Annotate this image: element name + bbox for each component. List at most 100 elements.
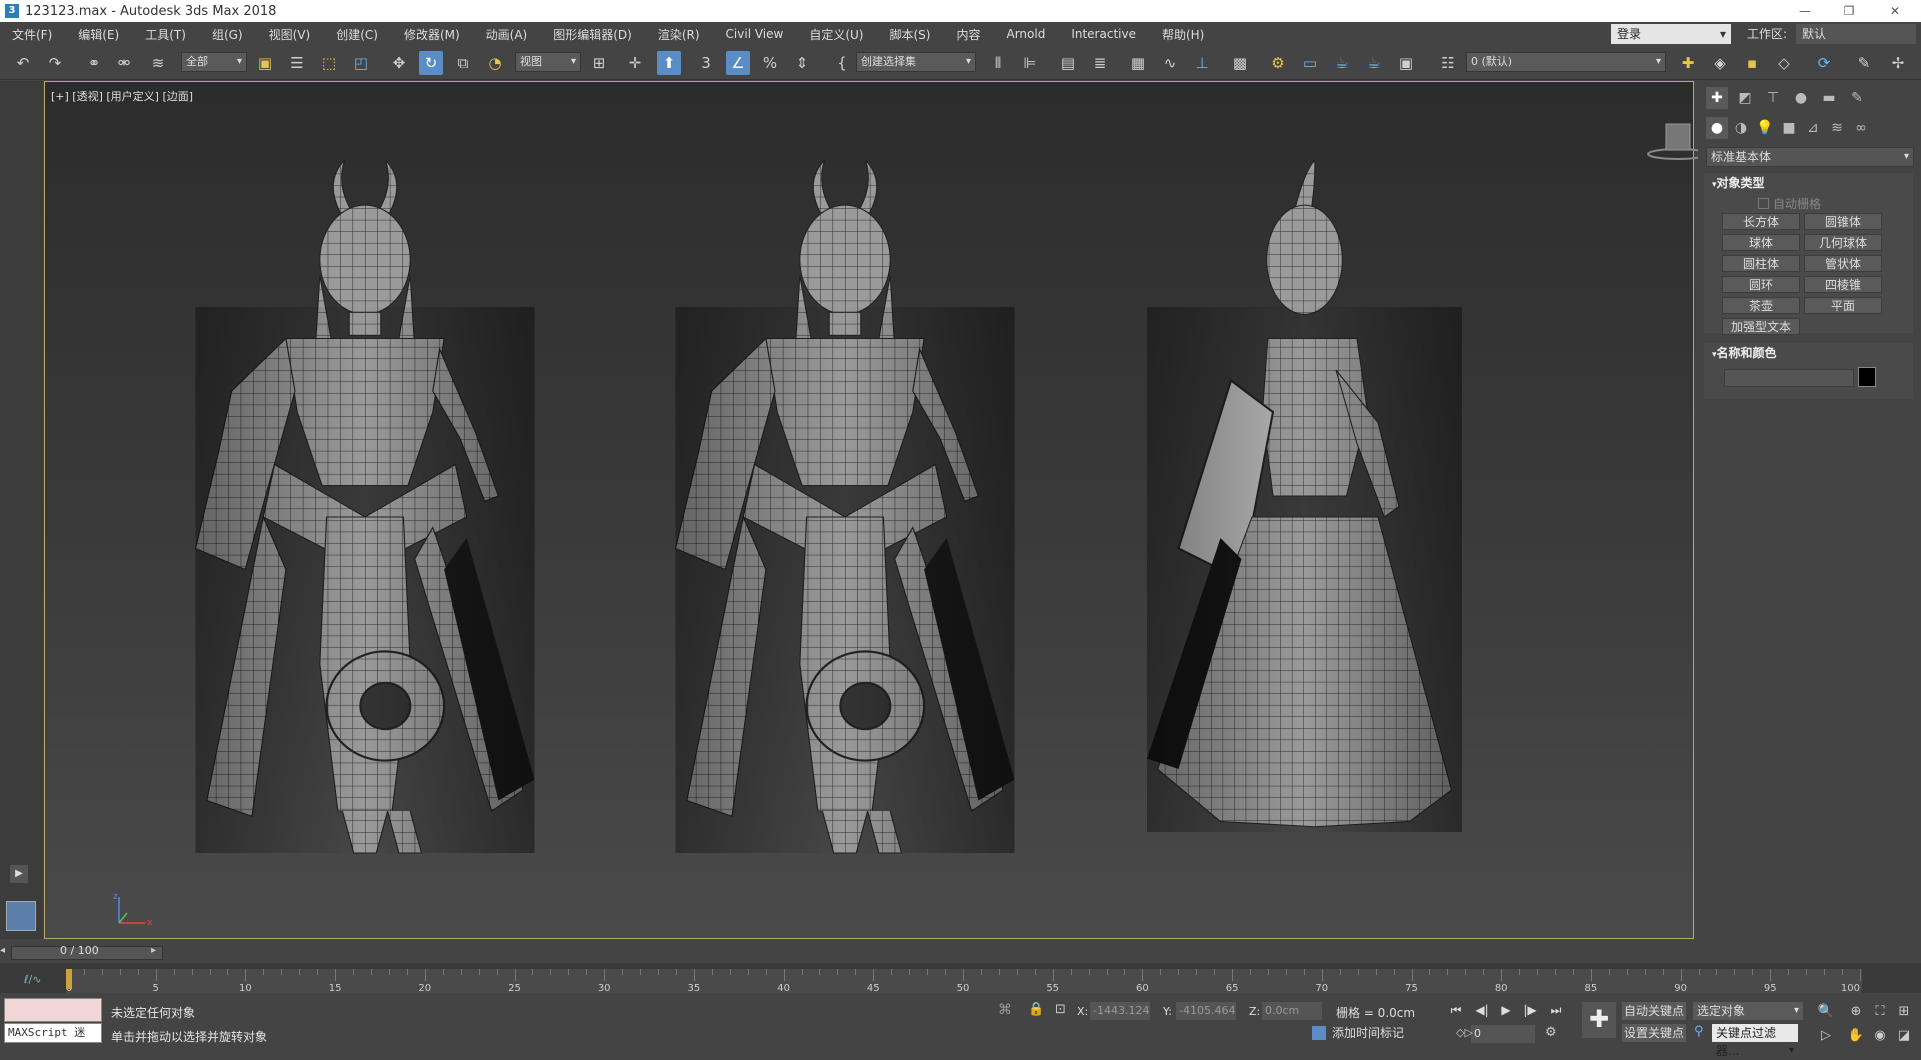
motion-tab-icon[interactable]: ●	[1790, 87, 1812, 109]
teapot-button[interactable]: 茶壶	[1722, 297, 1800, 314]
set-keys-icon[interactable]: ✚	[1582, 1002, 1616, 1038]
menu-help[interactable]: 帮助(H)	[1149, 26, 1217, 43]
sphere-button[interactable]: 球体	[1722, 234, 1800, 251]
angle-snap-icon[interactable]: ∠	[726, 51, 750, 75]
field-of-view-icon[interactable]: ▷	[1816, 1026, 1836, 1046]
box-button[interactable]: 长方体	[1722, 213, 1800, 230]
window-crossing-icon[interactable]: ◰	[349, 51, 373, 75]
snaps-toggle-icon[interactable]: 3	[694, 51, 718, 75]
auto-key-button[interactable]: 自动关键点	[1622, 1002, 1686, 1020]
align-icon[interactable]: ⊫	[1018, 51, 1042, 75]
menu-scripting[interactable]: 脚本(S)	[876, 26, 943, 43]
modify-tab-icon[interactable]: ◩	[1734, 87, 1756, 109]
absolute-mode-icon[interactable]: ⊡	[1055, 1002, 1066, 1017]
pan-view-icon[interactable]: ✋	[1846, 1026, 1866, 1046]
layer-dropdown[interactable]: 0 (默认)	[1466, 52, 1666, 72]
layer-stack-icon[interactable]: ◈	[1708, 51, 1732, 75]
isolate-selection-icon[interactable]: ⌘	[998, 1002, 1012, 1018]
tube-button[interactable]: 管状体	[1804, 255, 1882, 272]
viewport-layout-icon[interactable]	[6, 901, 36, 931]
torus-button[interactable]: 圆环	[1722, 276, 1800, 293]
create-tab-icon[interactable]: ✚	[1706, 87, 1728, 109]
spacewarps-icon[interactable]: ≋	[1826, 117, 1848, 139]
toggle-ribbon-icon[interactable]: ▦	[1126, 51, 1150, 75]
lock-selection-icon[interactable]: 🔒	[1028, 1002, 1044, 1017]
timeline-cursor[interactable]	[66, 969, 72, 989]
key-filter-icon[interactable]: ⚲	[1694, 1024, 1704, 1039]
curve-editor-mini-icon[interactable]: ℓ/∿	[24, 973, 41, 986]
autogrid-checkbox[interactable]: 自动栅格	[1758, 195, 1821, 212]
rendered-frame-window-icon[interactable]: ▭	[1298, 51, 1322, 75]
menu-group[interactable]: 组(G)	[199, 26, 256, 43]
select-move-icon[interactable]: ✥	[387, 51, 411, 75]
link-icon[interactable]: ⚭	[82, 51, 106, 75]
shapes-icon[interactable]: ◑	[1730, 117, 1752, 139]
expand-toolbar-icon[interactable]: ✢	[1886, 51, 1910, 75]
time-config-icon[interactable]: ⚙	[1545, 1025, 1557, 1040]
systems-icon[interactable]: ∞	[1850, 117, 1872, 139]
restore-button[interactable]: ❐	[1827, 0, 1871, 22]
select-manipulate-icon[interactable]: ✛	[623, 51, 647, 75]
add-to-layer-icon[interactable]: ▪	[1740, 51, 1764, 75]
prev-frame-arrow-icon[interactable]: ◂	[0, 945, 10, 956]
menu-rendering[interactable]: 渲染(R)	[645, 26, 713, 43]
menu-content[interactable]: 内容	[943, 26, 993, 43]
select-scale-icon[interactable]: ⧉	[451, 51, 475, 75]
cylinder-button[interactable]: 圆柱体	[1722, 255, 1800, 272]
geosphere-button[interactable]: 几何球体	[1804, 234, 1882, 251]
menu-view[interactable]: 视图(V)	[256, 26, 324, 43]
create-layer-icon[interactable]: ✚	[1676, 51, 1700, 75]
go-to-end-icon[interactable]: ⏭	[1546, 1000, 1566, 1020]
frame-counter[interactable]: 0 / 100	[60, 944, 99, 957]
workspace-dropdown[interactable]: 默认	[1796, 24, 1916, 44]
zoom-extents-icon[interactable]: ⛶	[1870, 1002, 1890, 1022]
render-setup-icon[interactable]: ⚙	[1266, 51, 1290, 75]
select-place-icon[interactable]: ◔	[483, 51, 507, 75]
helpers-icon[interactable]: ⊿	[1802, 117, 1824, 139]
maximize-viewport-icon[interactable]: ◪	[1894, 1026, 1914, 1046]
menu-edit[interactable]: 编辑(E)	[65, 26, 132, 43]
close-button[interactable]: ✕	[1873, 0, 1917, 22]
object-type-title[interactable]: 对象类型	[1704, 173, 1913, 193]
layer-explorer-icon[interactable]: ≣	[1088, 51, 1112, 75]
select-by-name-icon[interactable]: ☰	[285, 51, 309, 75]
menu-tools[interactable]: 工具(T)	[132, 26, 199, 43]
login-dropdown[interactable]: 登录	[1611, 24, 1731, 44]
menu-civil-view[interactable]: Civil View	[713, 27, 797, 41]
redo-icon[interactable]: ↷	[43, 51, 67, 75]
menu-create[interactable]: 创建(C)	[323, 26, 391, 43]
select-rotate-icon[interactable]: ↻	[419, 51, 443, 75]
lights-icon[interactable]: 💡	[1754, 117, 1776, 139]
text-plus-button[interactable]: 加强型文本	[1722, 318, 1800, 335]
unlink-icon[interactable]: ⚮	[112, 51, 136, 75]
zoom-extents-all-icon[interactable]: ⊞	[1894, 1002, 1914, 1022]
y-coordinate-field[interactable]: -4105.464	[1176, 1002, 1236, 1020]
previous-frame-icon[interactable]: ◀|	[1472, 1000, 1492, 1020]
undo-icon[interactable]: ↶	[11, 51, 35, 75]
x-coordinate-field[interactable]: -1443.124	[1090, 1002, 1150, 1020]
menu-customize[interactable]: 自定义(U)	[796, 26, 876, 43]
menu-file[interactable]: 文件(F)	[0, 26, 65, 43]
z-coordinate-field[interactable]: 0.0cm	[1262, 1002, 1322, 1020]
perspective-viewport[interactable]: [+] [透视] [用户定义] [边面] z x	[44, 81, 1709, 939]
select-object-icon[interactable]: ▣	[253, 51, 277, 75]
layers-icon[interactable]: ☷	[1436, 51, 1460, 75]
keyboard-shortcut-override-icon[interactable]: ⬆	[657, 51, 681, 75]
menu-graph-editors[interactable]: 图形编辑器(D)	[540, 26, 645, 43]
layer-manager-icon[interactable]: ◇	[1772, 51, 1796, 75]
menu-animation[interactable]: 动画(A)	[473, 26, 541, 43]
pyramid-button[interactable]: 四棱锥	[1804, 276, 1882, 293]
name-and-color-title[interactable]: 名称和颜色	[1704, 343, 1913, 363]
primitive-category-dropdown[interactable]: 标准基本体	[1706, 147, 1914, 167]
brush-icon[interactable]: ✎	[1852, 51, 1876, 75]
menu-arnold[interactable]: Arnold	[993, 27, 1058, 41]
maxscript-mini-listener[interactable]: MAXScript 迷	[4, 1023, 102, 1043]
next-frame-arrow-icon[interactable]: ▸	[151, 945, 156, 956]
percent-snap-icon[interactable]: %	[758, 51, 782, 75]
object-name-field[interactable]	[1724, 369, 1854, 387]
edit-named-selection-icon[interactable]: {	[830, 51, 854, 75]
timeline[interactable]: ℓ/∿ 051015202530354045505560657075808590…	[0, 963, 1921, 994]
zoom-all-icon[interactable]: ⊕	[1846, 1002, 1866, 1022]
sync-icon[interactable]: ⟳	[1812, 51, 1836, 75]
key-filters-button[interactable]: 关键点过滤器...	[1712, 1024, 1798, 1060]
